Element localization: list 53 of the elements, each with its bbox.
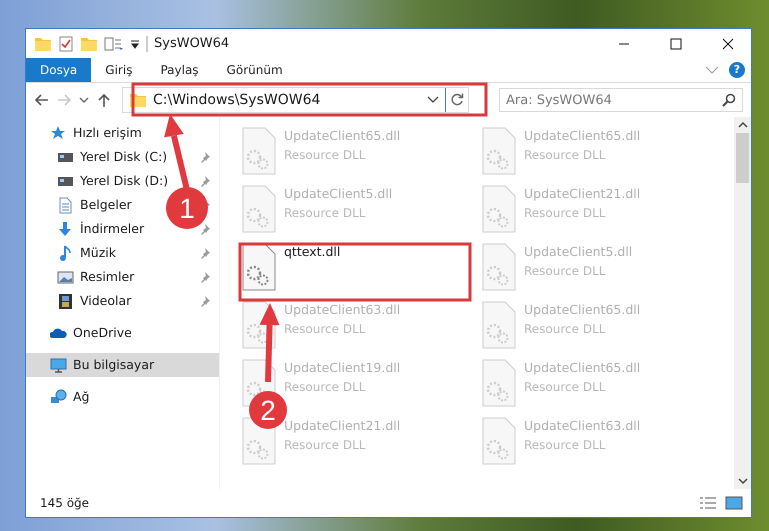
- dropdown-icon[interactable]: [427, 95, 439, 105]
- forward-icon: [56, 92, 72, 108]
- music-note-icon: [57, 244, 74, 262]
- expand-ribbon-icon[interactable]: [705, 65, 719, 75]
- caret-icon[interactable]: [130, 38, 140, 50]
- star-icon: [50, 124, 67, 142]
- scroll-up-icon[interactable]: [738, 121, 748, 129]
- sidebar-item[interactable]: Bu bilgisayar: [26, 353, 219, 377]
- step-number: 1: [166, 187, 208, 229]
- sidebar-item[interactable]: Belgeler: [57, 196, 132, 214]
- picture-icon: [57, 268, 74, 286]
- sidebar-item[interactable]: Ağ: [26, 385, 219, 409]
- network-icon: [50, 388, 67, 406]
- close-icon: [722, 38, 734, 50]
- search-field[interactable]: Ara: SysWOW64: [499, 88, 743, 112]
- ribbon-tab[interactable]: Dosya: [26, 58, 92, 82]
- sidebar-item[interactable]: Müzik: [57, 244, 116, 262]
- item-count: 145 öğe: [40, 495, 90, 512]
- refresh-icon: [450, 93, 464, 107]
- address-path: C:\Windows\SysWOW64: [153, 90, 322, 110]
- ribbon-tab[interactable]: Paylaş: [146, 58, 213, 82]
- back-icon: [34, 92, 50, 108]
- up-button[interactable]: [96, 92, 112, 108]
- ribbon-tab[interactable]: Görünüm: [212, 58, 297, 82]
- search-icon: [722, 93, 736, 107]
- sidebar-item[interactable]: İndirmeler: [57, 220, 144, 238]
- help-button[interactable]: ?: [729, 62, 745, 78]
- properties-icon[interactable]: [104, 36, 124, 52]
- sidebar-item[interactable]: Hızlı erişim: [26, 121, 219, 145]
- scrollbar[interactable]: [734, 117, 751, 489]
- scroll-down-icon[interactable]: [738, 477, 748, 485]
- sidebar-item[interactable]: Yerel Disk (D:): [57, 172, 168, 190]
- window-title: SysWOW64: [154, 34, 230, 53]
- sidebar-item[interactable]: OneDrive: [26, 321, 219, 345]
- up-icon: [96, 92, 112, 108]
- sidebar-item[interactable]: Videolar: [57, 292, 132, 310]
- large-icons-view-icon[interactable]: [725, 496, 743, 510]
- file-item[interactable]: qttext.dll: [284, 243, 340, 262]
- film-icon: [57, 292, 74, 310]
- sidebar-item[interactable]: Yerel Disk (C:): [57, 148, 168, 166]
- checklist-icon[interactable]: [58, 34, 74, 52]
- dll-file-gears-icon[interactable]: [242, 243, 276, 291]
- details-view-icon[interactable]: [699, 496, 717, 510]
- document-icon: [57, 196, 74, 214]
- ribbon-tab[interactable]: Giriş: [91, 58, 146, 82]
- monitor-icon: [50, 356, 67, 374]
- sidebar-item[interactable]: Resimler: [57, 268, 134, 286]
- back-button[interactable]: [34, 92, 50, 108]
- divider-icon: [146, 36, 148, 52]
- download-arrow-icon: [57, 220, 74, 238]
- address-field[interactable]: C:\Windows\SysWOW64: [122, 87, 469, 113]
- scrollbar-thumb[interactable]: [736, 133, 749, 183]
- maximize-icon: [670, 38, 682, 50]
